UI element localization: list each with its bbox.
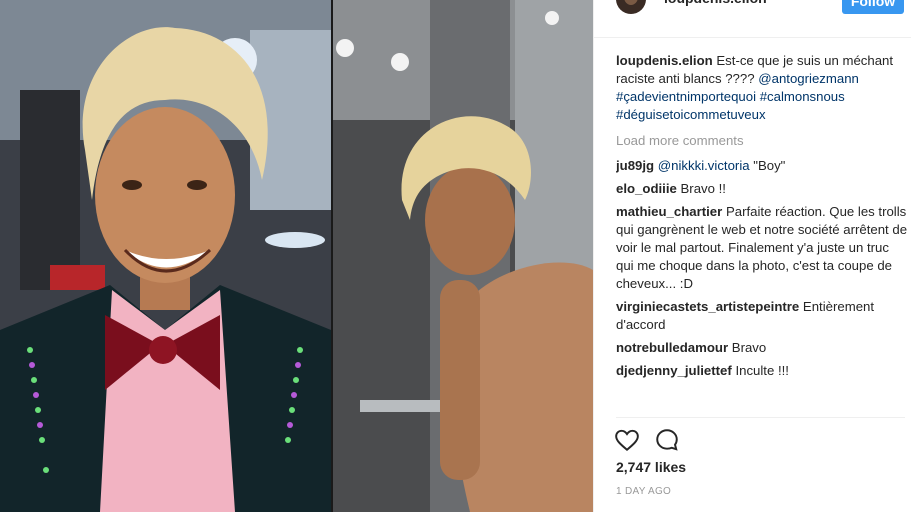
avatar[interactable] bbox=[616, 0, 646, 14]
comment-item: djedjenny_juliettef Inculte !!! bbox=[616, 362, 908, 380]
caption: loupdenis.elion Est-ce que je suis un mé… bbox=[616, 52, 908, 124]
comment-item: mathieu_chartier Parfaite réaction. Que … bbox=[616, 203, 908, 293]
load-more-comments-link[interactable]: Load more comments bbox=[616, 132, 908, 150]
post-photo-collage bbox=[0, 0, 593, 512]
comment-item: ju89jg @nikkki.victoria "Boy" bbox=[616, 157, 908, 175]
post-side-panel: loupdenis.elion Follow loupdenis.elion E… bbox=[593, 0, 911, 512]
likes-count[interactable]: 2,747 likes bbox=[616, 459, 686, 475]
post-header: loupdenis.elion Follow bbox=[594, 0, 911, 38]
caption-username[interactable]: loupdenis.elion bbox=[616, 53, 713, 68]
comment-item: notrebulledamour Bravo bbox=[616, 339, 908, 357]
comment-username[interactable]: ju89jg bbox=[616, 158, 654, 173]
follow-button[interactable]: Follow bbox=[842, 0, 904, 14]
hashtag[interactable]: #çadevientnimportequoi bbox=[616, 89, 756, 104]
comment-mention[interactable]: @nikkki.victoria bbox=[658, 158, 750, 173]
comment-username[interactable]: virginiecastets_artistepeintre bbox=[616, 299, 799, 314]
post-timestamp: 1 DAY AGO bbox=[616, 486, 672, 497]
comment-username[interactable]: elo_odiiie bbox=[616, 181, 677, 196]
comment-text: Inculte !!! bbox=[735, 363, 789, 378]
comment-item: elo_odiiie Bravo !! bbox=[616, 180, 908, 198]
hashtag[interactable]: @antogriezmann bbox=[758, 71, 859, 86]
hashtag[interactable]: #calmonsnous bbox=[760, 89, 845, 104]
comment-bubble-icon[interactable] bbox=[654, 427, 680, 453]
comments-list[interactable]: loupdenis.elion Est-ce que je suis un mé… bbox=[616, 52, 908, 417]
comment-username[interactable]: mathieu_chartier bbox=[616, 204, 722, 219]
comment-username[interactable]: notrebulledamour bbox=[616, 340, 728, 355]
divider bbox=[616, 417, 905, 418]
comment-item: virginiecastets_artistepeintre Entièreme… bbox=[616, 298, 908, 334]
post-username[interactable]: loupdenis.elion bbox=[664, 0, 767, 6]
post-photo[interactable] bbox=[0, 0, 593, 512]
heart-icon[interactable] bbox=[614, 427, 640, 453]
comment-text: "Boy" bbox=[753, 158, 786, 173]
comment-username[interactable]: djedjenny_juliettef bbox=[616, 363, 732, 378]
comment-text: Bravo !! bbox=[680, 181, 726, 196]
hashtag[interactable]: #déguisetoicommetuveux bbox=[616, 107, 766, 122]
comment-text: Bravo bbox=[731, 340, 767, 355]
post-actions bbox=[614, 427, 690, 455]
